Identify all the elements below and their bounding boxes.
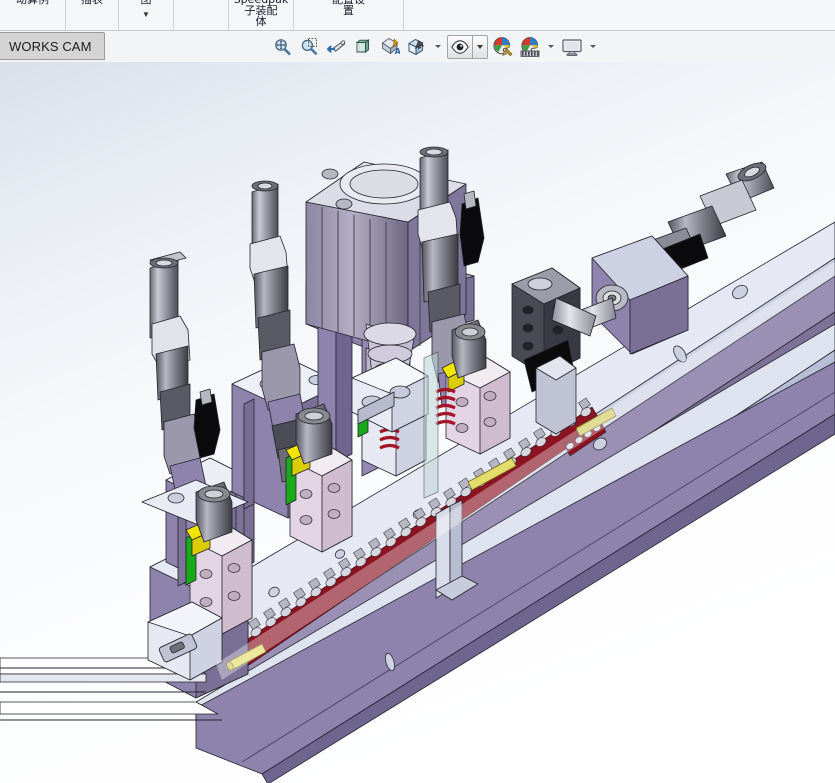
ribbon-group-list: 动算例 插表 图 ▼ Speedpak 子装配 体 配置设 置 bbox=[0, 0, 835, 31]
ribbon-group-motion-study[interactable]: 动算例 bbox=[0, 0, 66, 31]
hide-show-items-button[interactable] bbox=[447, 34, 488, 59]
section-view-icon[interactable] bbox=[351, 35, 375, 59]
ribbon-group-speedpak[interactable]: Speedpak 子装配 体 bbox=[229, 0, 294, 31]
rotate-view-icon[interactable] bbox=[324, 35, 348, 59]
chevron-down-icon[interactable] bbox=[548, 45, 554, 48]
view-toolbar: WORKS CAM A bbox=[0, 31, 835, 63]
tab-solidworks-cam[interactable]: WORKS CAM bbox=[0, 32, 105, 60]
chevron-down-icon[interactable] bbox=[590, 45, 596, 48]
clear-plate bbox=[423, 351, 439, 499]
view-tool-group: A bbox=[270, 31, 599, 62]
rail-clamp-bracket bbox=[535, 355, 577, 435]
graphics-area[interactable] bbox=[0, 62, 835, 783]
cad-model-render bbox=[0, 62, 835, 783]
svg-text:A: A bbox=[395, 47, 400, 56]
apply-scene-icon[interactable] bbox=[518, 35, 542, 59]
chevron-down-icon[interactable] bbox=[435, 45, 441, 48]
ribbon-group-empty bbox=[404, 0, 835, 31]
zoom-to-area-icon[interactable] bbox=[297, 35, 321, 59]
ribbon-group-configuration[interactable]: 配置设 置 bbox=[294, 0, 404, 31]
solidworks-window: 动算例 插表 图 ▼ Speedpak 子装配 体 配置设 置 WOR bbox=[0, 0, 835, 783]
ribbon-group-insert-table[interactable]: 插表 bbox=[66, 0, 119, 31]
ribbon-group-label: 配置设 置 bbox=[332, 0, 365, 17]
ribbon-group-label: 插表 bbox=[81, 0, 103, 5]
ribbon-group-spacer bbox=[174, 0, 229, 31]
view-orientation-icon[interactable]: A bbox=[378, 35, 402, 59]
tab-label: WORKS CAM bbox=[9, 38, 92, 54]
eye-icon[interactable] bbox=[448, 35, 472, 59]
display-style-icon[interactable] bbox=[405, 35, 429, 59]
edit-appearance-icon[interactable] bbox=[491, 35, 515, 59]
ribbon-bar: 动算例 插表 图 ▼ Speedpak 子装配 体 配置设 置 bbox=[0, 0, 835, 31]
ribbon-group-diagram[interactable]: 图 ▼ bbox=[119, 0, 174, 31]
view-settings-icon[interactable] bbox=[560, 35, 584, 59]
zoom-to-fit-icon[interactable] bbox=[270, 35, 294, 59]
chevron-down-icon[interactable]: ▼ bbox=[142, 11, 150, 19]
ribbon-group-label: Speedpak 子装配 体 bbox=[234, 0, 289, 28]
chevron-down-icon[interactable] bbox=[473, 35, 487, 59]
ribbon-group-label: 动算例 bbox=[16, 0, 49, 5]
ribbon-group-label: 图 bbox=[141, 0, 152, 5]
